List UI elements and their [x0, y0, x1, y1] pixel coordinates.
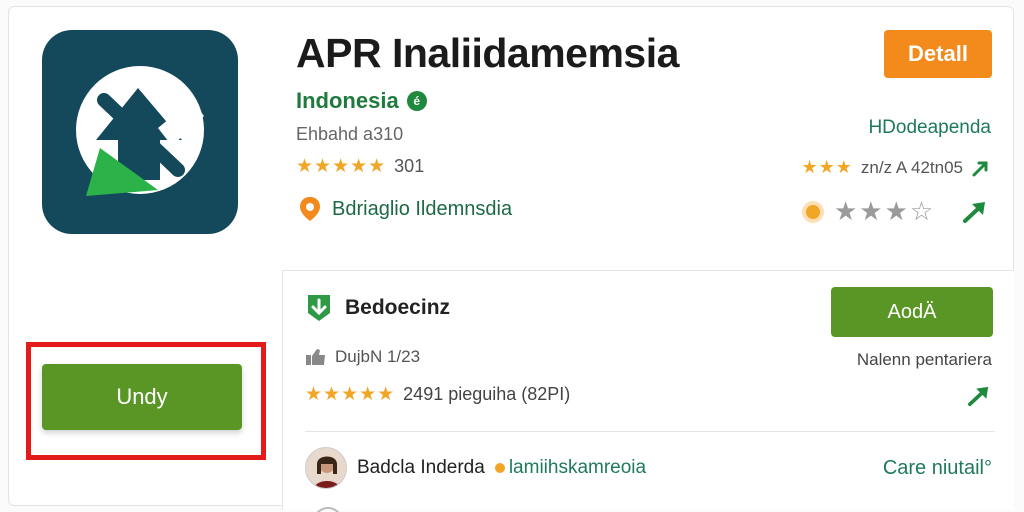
tag-dot-icon: [494, 463, 505, 473]
developer-link[interactable]: Indonesia é: [296, 88, 427, 114]
expand-arrow-icon[interactable]: [962, 200, 988, 224]
app-title: APR Inaliidamemsia: [296, 30, 679, 76]
secondary-stars-icon: ★★★: [801, 157, 853, 177]
detail-button[interactable]: Detall: [884, 30, 992, 78]
secondary-rating: ★★★ zn/z A 42tn05: [801, 157, 991, 178]
care-link[interactable]: Care niutail°: [883, 457, 992, 480]
card-divider: [305, 431, 995, 432]
reviewer-tag: lamiihskamreoia: [494, 457, 647, 479]
download-shield-icon: [308, 295, 330, 321]
rating-stars-icon: ★★★★★: [296, 156, 387, 177]
user-rating-row[interactable]: ★★★☆: [802, 196, 935, 227]
reviewer-tag-text: lamiihskamreoia: [508, 457, 647, 478]
share-arrow-icon[interactable]: [971, 158, 991, 178]
card-header: Bedoecinz: [305, 293, 450, 323]
app-subline: Ehbahd a310: [296, 124, 404, 144]
rating-count: 301: [394, 156, 425, 176]
developer-category-link[interactable]: HDodeapenda: [868, 117, 991, 139]
app-logo-icon: [42, 30, 238, 234]
card-stars-icon: ★★★★★: [305, 384, 396, 405]
app-rating: ★★★★★ 301: [296, 155, 424, 178]
card-rating-text: 2491 pieguiha (82PI): [403, 384, 571, 404]
thumbs-icon: [306, 349, 325, 365]
add-button[interactable]: AodÄ: [831, 287, 993, 337]
location-row[interactable]: Bdriaglio Ildemnsdia: [298, 196, 512, 222]
card-rating: ★★★★★ 2491 pieguiha (82PI): [305, 383, 570, 406]
details-card: Bedoecinz AodÄ DujbN 1/23 Nalenn pentari…: [282, 270, 1014, 512]
partial-avatar-icon: [313, 507, 343, 512]
card-right-label: Nalenn pentariera: [856, 350, 992, 369]
install-button[interactable]: Undy: [42, 364, 242, 430]
card-arrow-icon[interactable]: [967, 385, 991, 407]
location-label: Bdriaglio Ildemnsdia: [332, 197, 513, 220]
status-dot-icon: [802, 200, 824, 223]
rate-stars-icon[interactable]: ★★★☆: [834, 196, 935, 227]
verified-badge-icon: é: [406, 91, 427, 111]
card-subinfo: DujbN 1/23: [305, 347, 420, 367]
reviewer-row[interactable]: Badcla Inderda lamiihskamreoia: [305, 447, 646, 489]
location-pin-icon: [300, 197, 320, 221]
reviewer-name: Badcla Inderda: [357, 457, 485, 478]
developer-name: Indonesia: [296, 88, 399, 113]
reviewer-avatar: [305, 447, 347, 489]
secondary-rating-text: zn/z A 42tn05: [860, 157, 963, 177]
card-sub-text: DujbN 1/23: [335, 347, 421, 366]
card-title: Bedoecinz: [345, 296, 451, 319]
